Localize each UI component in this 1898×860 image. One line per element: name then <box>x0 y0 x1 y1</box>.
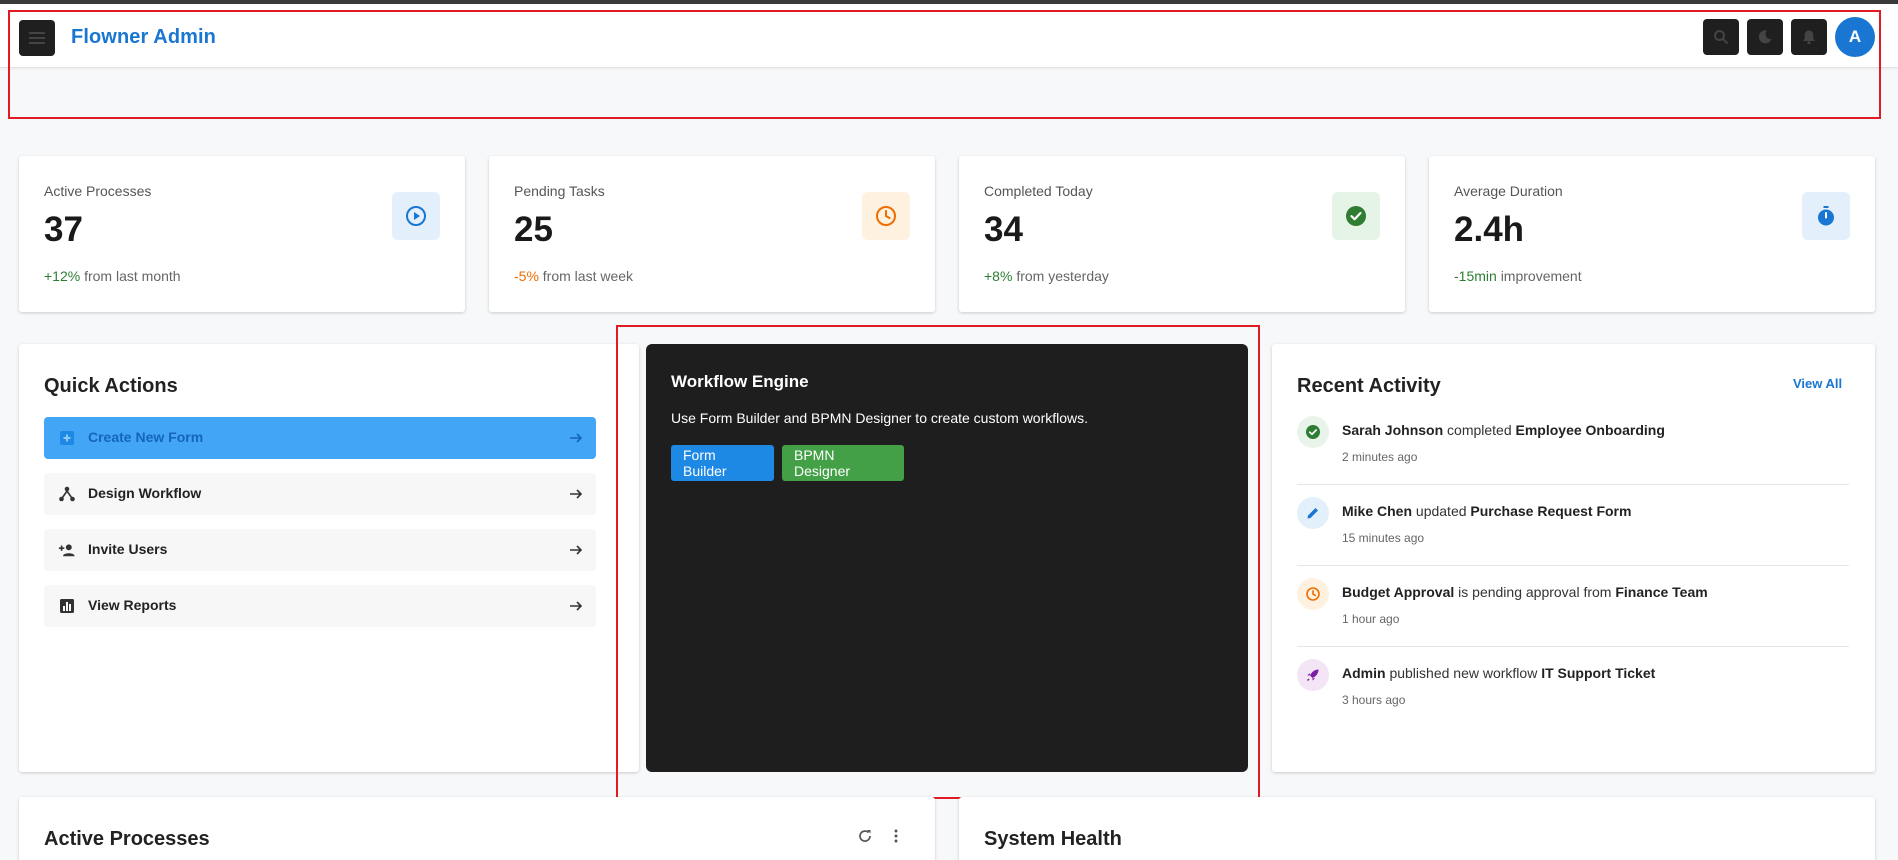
activity-item[interactable]: Mike Chen updated Purchase Request Form … <box>1297 497 1849 577</box>
stat-trend: -15min improvement <box>1454 268 1582 284</box>
recent-activity-title: Recent Activity <box>1297 375 1441 397</box>
view-reports-button[interactable]: View Reports <box>44 585 596 627</box>
arrow-right-icon <box>570 433 583 443</box>
system-health-title: System Health <box>984 828 1122 850</box>
stat-delta-suffix: from yesterday <box>1016 268 1109 284</box>
activity-text: Mike Chen updated Purchase Request Form <box>1342 503 1632 519</box>
theme-toggle-button[interactable] <box>1747 19 1783 55</box>
activity-text: Admin published new workflow IT Support … <box>1342 665 1656 681</box>
stat-label: Completed Today <box>984 183 1093 199</box>
bell-icon <box>1803 30 1815 45</box>
workflow-engine-title: Workflow Engine <box>671 372 809 391</box>
stat-label: Average Duration <box>1454 183 1563 199</box>
bpmn-designer-button[interactable]: BPMN Designer <box>782 445 904 481</box>
stat-trend: -5% from last week <box>514 268 633 284</box>
active-processes-title: Active Processes <box>44 828 210 850</box>
divider <box>1297 484 1849 485</box>
stat-badge <box>1332 192 1380 240</box>
stat-trend: +12% from last month <box>44 268 181 284</box>
design-workflow-button[interactable]: Design Workflow <box>44 473 596 515</box>
stat-value: 2.4h <box>1454 210 1525 249</box>
stat-card-active-processes: Active Processes 37 +12% from last month <box>19 156 465 312</box>
stat-trend: +8% from yesterday <box>984 268 1109 284</box>
person-add-icon <box>58 541 76 559</box>
app-title[interactable]: Flowner Admin <box>71 26 216 49</box>
active-processes-panel: Active Processes <box>19 797 935 860</box>
workflow-engine-description: Use Form Builder and BPMN Designer to cr… <box>671 410 1089 426</box>
workflow-engine-card: Workflow Engine Use Form Builder and BPM… <box>646 344 1248 772</box>
activity-time: 3 hours ago <box>1342 693 1406 707</box>
quick-action-label: Design Workflow <box>88 485 202 501</box>
clock-icon <box>1297 578 1329 610</box>
search-button[interactable] <box>1703 19 1739 55</box>
stat-label: Pending Tasks <box>514 183 605 199</box>
stat-badge <box>392 192 440 240</box>
menu-icon <box>29 32 45 44</box>
refresh-icon[interactable] <box>857 828 873 844</box>
timer-icon <box>1818 206 1834 226</box>
invite-users-button[interactable]: Invite Users <box>44 529 596 571</box>
activity-item[interactable]: Sarah Johnson completed Employee Onboard… <box>1297 416 1849 496</box>
stat-label: Active Processes <box>44 183 152 199</box>
stat-badge <box>862 192 910 240</box>
stat-value: 25 <box>514 210 553 249</box>
stat-delta: +8% <box>984 268 1013 284</box>
stat-delta: -5% <box>514 268 539 284</box>
arrow-right-icon <box>570 545 583 555</box>
activity-item[interactable]: Admin published new workflow IT Support … <box>1297 659 1849 739</box>
view-all-link[interactable]: View All <box>1793 376 1842 391</box>
activity-time: 2 minutes ago <box>1342 450 1418 464</box>
clock-icon <box>876 206 896 226</box>
arrow-right-icon <box>570 601 583 611</box>
stat-badge <box>1802 192 1850 240</box>
activity-time: 1 hour ago <box>1342 612 1400 626</box>
add-box-icon <box>58 429 76 447</box>
arrow-right-icon <box>570 489 583 499</box>
quick-action-label: Create New Form <box>88 429 204 445</box>
quick-actions-title: Quick Actions <box>44 375 178 397</box>
activity-text: Sarah Johnson completed Employee Onboard… <box>1342 422 1665 438</box>
quick-action-label: Invite Users <box>88 541 168 557</box>
stat-card-pending-tasks: Pending Tasks 25 -5% from last week <box>489 156 935 312</box>
activity-item[interactable]: Budget Approval is pending approval from… <box>1297 578 1849 658</box>
stat-delta-suffix: from last month <box>84 268 181 284</box>
rocket-icon <box>1297 659 1329 691</box>
divider <box>1297 646 1849 647</box>
activity-text: Budget Approval is pending approval from… <box>1342 584 1708 600</box>
stat-delta: -15min <box>1454 268 1497 284</box>
stat-value: 37 <box>44 210 83 249</box>
stat-value: 34 <box>984 210 1023 249</box>
check-circle-icon <box>1346 206 1366 226</box>
check-circle-icon <box>1297 416 1329 448</box>
moon-icon <box>1758 30 1772 44</box>
activity-time: 15 minutes ago <box>1342 531 1425 545</box>
notifications-button[interactable] <box>1791 19 1827 55</box>
stat-card-completed-today: Completed Today 34 +8% from yesterday <box>959 156 1405 312</box>
menu-button[interactable] <box>19 20 55 56</box>
stat-delta-suffix: improvement <box>1500 268 1582 284</box>
divider <box>1297 565 1849 566</box>
workflow-icon <box>58 485 76 503</box>
bar-chart-icon <box>58 597 76 615</box>
stat-delta-suffix: from last week <box>542 268 634 284</box>
play-circle-icon <box>406 206 426 226</box>
avatar[interactable]: A <box>1835 17 1875 57</box>
app-bar: Flowner Admin A <box>0 4 1898 68</box>
stat-card-average-duration: Average Duration 2.4h -15min improvement <box>1429 156 1875 312</box>
quick-actions-panel: Quick Actions Create New Form Design Wor… <box>19 344 639 772</box>
create-new-form-button[interactable]: Create New Form <box>44 417 596 459</box>
pencil-icon <box>1297 497 1329 529</box>
system-health-panel: System Health <box>959 797 1875 860</box>
quick-action-label: View Reports <box>88 597 177 613</box>
search-icon <box>1714 30 1729 45</box>
stat-delta: +12% <box>44 268 81 284</box>
form-builder-button[interactable]: Form Builder <box>671 445 774 481</box>
more-vert-icon[interactable] <box>888 828 904 844</box>
